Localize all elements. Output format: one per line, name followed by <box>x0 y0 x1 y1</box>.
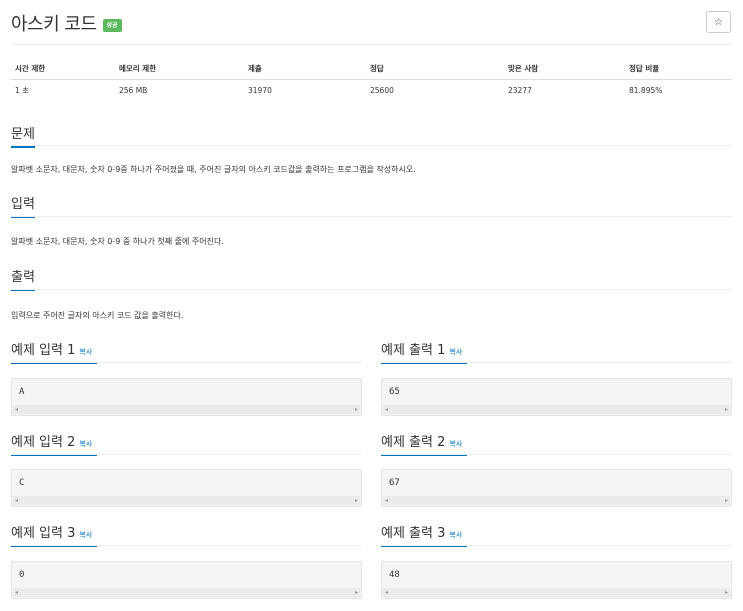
section-divider <box>11 145 732 146</box>
scroll-right-arrow-icon[interactable]: ▸ <box>725 588 728 597</box>
sample-output-2-box[interactable]: 67 ◂ ▸ <box>381 469 732 507</box>
star-button[interactable]: ☆ <box>706 11 731 33</box>
scroll-right-arrow-icon[interactable]: ▸ <box>725 405 728 414</box>
sample-output-3-title: 예제 출력 3 <box>381 526 446 541</box>
copy-sample-input-1-link[interactable]: 복사 <box>79 348 92 356</box>
sample-output-3-heading: 예제 출력 3 복사 <box>381 522 467 547</box>
horizontal-scrollbar[interactable]: ◂ ▸ <box>13 588 360 597</box>
scroll-right-arrow-icon[interactable]: ▸ <box>725 496 728 505</box>
scroll-right-arrow-icon[interactable]: ▸ <box>355 496 358 505</box>
header-time-limit: 시간 제한 <box>11 58 115 80</box>
header-accept-ratio: 정답 비율 <box>625 58 732 80</box>
sample-output-1-heading: 예제 출력 1 복사 <box>381 339 467 364</box>
header-submissions: 제출 <box>244 58 366 80</box>
sample-input-3-title: 예제 입력 3 <box>11 526 76 541</box>
sample-input-2-heading: 예제 입력 2 복사 <box>11 431 97 456</box>
submissions-value: 31970 <box>248 85 272 95</box>
scroll-right-arrow-icon[interactable]: ▸ <box>355 405 358 414</box>
input-description: 알파벳 소문자, 대문자, 숫자 0-9 중 하나가 첫째 줄에 주어진다. <box>11 237 224 246</box>
output-description: 입력으로 주어진 글자의 아스키 코드 값을 출력한다. <box>11 311 184 320</box>
time-limit-value: 1 초 <box>15 85 30 95</box>
sample-input-1-box[interactable]: A ◂ ▸ <box>11 378 362 416</box>
sample-input-1-value: A <box>19 387 25 397</box>
section-divider <box>11 216 732 217</box>
input-section-heading: 입력 <box>11 193 35 218</box>
sample-input-2-title: 예제 입력 2 <box>11 435 76 450</box>
copy-sample-output-3-link[interactable]: 복사 <box>449 531 462 539</box>
copy-sample-output-1-link[interactable]: 복사 <box>449 348 462 356</box>
header-accepted: 정답 <box>366 58 504 80</box>
sample-input-1-heading: 예제 입력 1 복사 <box>11 339 97 364</box>
horizontal-scrollbar[interactable]: ◂ ▸ <box>383 405 730 414</box>
star-icon: ☆ <box>714 16 723 28</box>
scroll-left-arrow-icon[interactable]: ◂ <box>385 405 388 414</box>
section-divider <box>11 545 362 546</box>
scroll-left-arrow-icon[interactable]: ◂ <box>15 496 18 505</box>
accept-ratio-value: 81.895% <box>629 85 663 95</box>
copy-sample-input-3-link[interactable]: 복사 <box>79 531 92 539</box>
header-solved-users: 맞은 사람 <box>504 58 625 80</box>
sample-output-3-box[interactable]: 48 ◂ ▸ <box>381 561 732 599</box>
section-divider <box>11 362 362 363</box>
problem-description: 알파벳 소문자, 대문자, 숫자 0-9중 하나가 주어졌을 때, 주어진 글자… <box>11 165 416 174</box>
problem-title-row: 아스키 코드 성공 <box>11 9 122 37</box>
problem-section-heading: 문제 <box>11 123 35 148</box>
sample-output-2-value: 67 <box>389 478 400 488</box>
table-header-row: 시간 제한 메모리 제한 제출 정답 맞은 사람 정답 비율 <box>11 58 732 80</box>
sample-output-1-title: 예제 출력 1 <box>381 343 446 358</box>
heading-underline <box>11 146 35 148</box>
sample-output-3-value: 48 <box>389 570 400 580</box>
sample-input-3-value: 0 <box>19 570 25 580</box>
section-divider <box>11 289 732 290</box>
header-memory-limit: 메모리 제한 <box>115 58 244 80</box>
problem-title: 아스키 코드 <box>11 14 97 35</box>
scroll-left-arrow-icon[interactable]: ◂ <box>385 496 388 505</box>
sample-input-3-heading: 예제 입력 3 복사 <box>11 522 97 547</box>
sample-input-2-box[interactable]: C ◂ ▸ <box>11 469 362 507</box>
sample-output-2-title: 예제 출력 2 <box>381 435 446 450</box>
scroll-right-arrow-icon[interactable]: ▸ <box>355 588 358 597</box>
divider <box>11 44 732 45</box>
copy-sample-input-2-link[interactable]: 복사 <box>79 440 92 448</box>
accepted-value: 25600 <box>370 85 394 95</box>
section-divider <box>381 362 732 363</box>
horizontal-scrollbar[interactable]: ◂ ▸ <box>13 405 360 414</box>
scroll-left-arrow-icon[interactable]: ◂ <box>15 405 18 414</box>
solved-users-value: 23277 <box>508 85 532 95</box>
sample-output-2-heading: 예제 출력 2 복사 <box>381 431 467 456</box>
table-row: 1 초 256 MB 31970 25600 23277 81.895% <box>11 79 732 101</box>
sample-output-1-value: 65 <box>389 387 400 397</box>
output-heading-text: 출력 <box>11 270 35 285</box>
scroll-left-arrow-icon[interactable]: ◂ <box>385 588 388 597</box>
section-divider <box>381 454 732 455</box>
sample-input-1-title: 예제 입력 1 <box>11 343 76 358</box>
sample-input-2-value: C <box>19 478 25 488</box>
horizontal-scrollbar[interactable]: ◂ ▸ <box>383 588 730 597</box>
section-divider <box>381 545 732 546</box>
problem-heading-text: 문제 <box>11 127 35 142</box>
scroll-left-arrow-icon[interactable]: ◂ <box>15 588 18 597</box>
output-section-heading: 출력 <box>11 266 35 291</box>
problem-info-table: 시간 제한 메모리 제한 제출 정답 맞은 사람 정답 비율 1 초 256 M… <box>11 58 732 101</box>
memory-limit-value: 256 MB <box>119 85 148 95</box>
sample-input-3-box[interactable]: 0 ◂ ▸ <box>11 561 362 599</box>
copy-sample-output-2-link[interactable]: 복사 <box>449 440 462 448</box>
horizontal-scrollbar[interactable]: ◂ ▸ <box>13 496 360 505</box>
status-badge: 성공 <box>102 18 122 32</box>
section-divider <box>11 454 362 455</box>
input-heading-text: 입력 <box>11 197 35 212</box>
sample-output-1-box[interactable]: 65 ◂ ▸ <box>381 378 732 416</box>
horizontal-scrollbar[interactable]: ◂ ▸ <box>383 496 730 505</box>
